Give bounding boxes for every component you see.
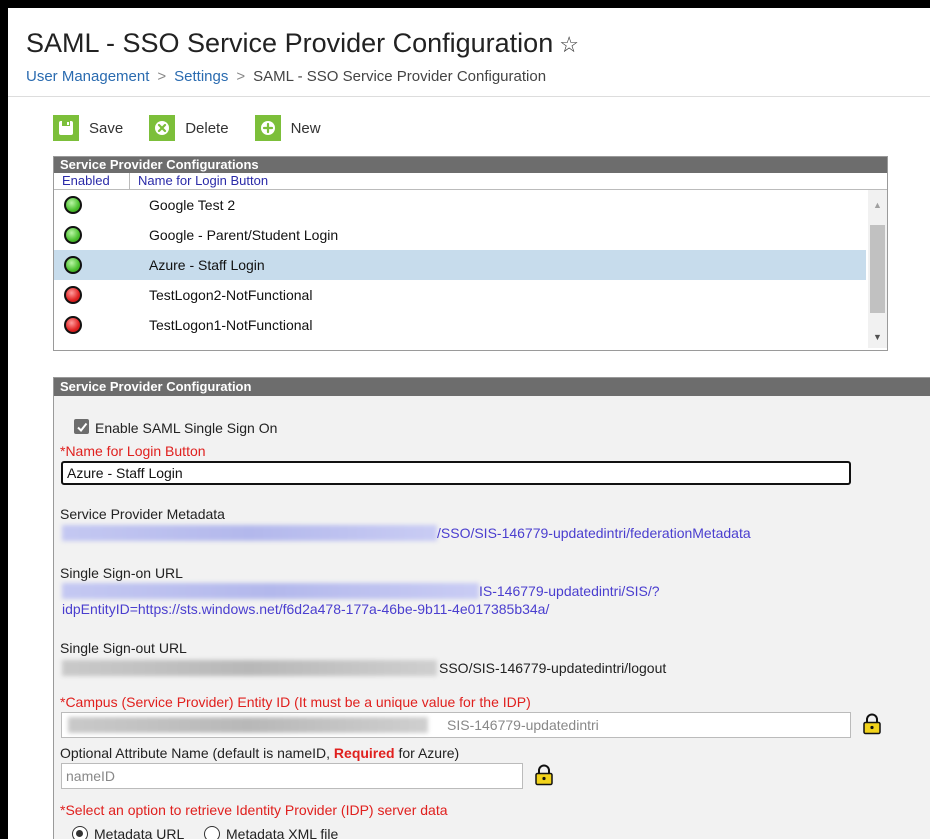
lock-icon[interactable] [862, 713, 882, 735]
list-item[interactable]: TestLogon2-NotFunctional [54, 280, 866, 310]
metadata-url-radio[interactable] [72, 826, 88, 839]
idp-option-label: *Select an option to retrieve Identity P… [60, 802, 448, 818]
checkmark-icon [76, 422, 87, 432]
breadcrumb-current: SAML - SSO Service Provider Configuratio… [253, 68, 547, 85]
slo-url-value: SSO/SIS-146779-updatedintri/logout [439, 660, 667, 676]
app-window: SAML - SSO Service Provider Configuratio… [8, 8, 930, 839]
configurations-list-header: Service Provider Configurations [54, 157, 887, 173]
attribute-name-label: Optional Attribute Name (default is name… [60, 745, 459, 761]
disabled-status-icon [64, 286, 82, 304]
page-title-text: SAML - SSO Service Provider Configuratio… [26, 28, 554, 58]
delete-label: Delete [185, 119, 229, 137]
new-label: New [290, 119, 321, 137]
scroll-down-icon[interactable]: ▼ [873, 332, 882, 342]
attribute-required-text: Required [333, 745, 395, 761]
name-for-login-label: *Name for Login Button [60, 443, 206, 459]
list-item-name: TestLogon2-NotFunctional [149, 287, 313, 303]
redacted-url-prefix [62, 660, 437, 676]
enabled-status-icon [64, 226, 82, 244]
enable-saml-label: Enable SAML Single Sign On [95, 420, 278, 436]
entity-id-label: *Campus (Service Provider) Entity ID (It… [60, 694, 531, 710]
sso-url-label: Single Sign-on URL [60, 565, 183, 581]
sp-metadata-label: Service Provider Metadata [60, 506, 225, 522]
enabled-status-icon [64, 196, 82, 214]
configurations-list: Google Test 2 Google - Parent/Student Lo… [54, 190, 866, 340]
header-divider [8, 96, 930, 97]
favorite-star-icon[interactable]: ☆ [559, 32, 579, 57]
list-item[interactable]: Google Test 2 [54, 190, 866, 220]
attribute-label-suffix: for Azure) [394, 745, 460, 761]
add-icon [254, 115, 281, 141]
list-item-name: TestLogon1-NotFunctional [149, 317, 313, 333]
list-item[interactable]: Google - Parent/Student Login [54, 220, 866, 250]
attribute-label-text: Optional Attribute Name (default is name… [60, 745, 334, 761]
list-item-selected[interactable]: Azure - Staff Login [54, 250, 866, 280]
disabled-status-icon [64, 316, 82, 334]
save-label: Save [89, 119, 124, 137]
redacted-entity-prefix [68, 717, 428, 733]
lock-icon[interactable] [534, 764, 554, 786]
list-item-name: Google Test 2 [149, 197, 236, 213]
breadcrumb-separator: > [236, 68, 246, 85]
configuration-detail-header: Service Provider Configuration [54, 378, 930, 396]
save-icon [53, 115, 79, 141]
metadata-file-option-label: Metadata XML file [226, 826, 339, 839]
attribute-name-input[interactable]: nameID [61, 763, 523, 789]
action-toolbar: Save Delete New [53, 114, 347, 142]
configurations-list-panel: Service Provider Configurations Enabled … [53, 156, 888, 351]
sp-metadata-link[interactable]: /SSO/SIS-146779-updatedintri/federationM… [437, 525, 751, 541]
breadcrumb-settings[interactable]: Settings [174, 68, 228, 85]
slo-url-label: Single Sign-out URL [60, 640, 187, 656]
list-item[interactable]: TestLogon1-NotFunctional [54, 310, 866, 340]
delete-button[interactable]: Delete [149, 115, 229, 141]
scrollbar-thumb[interactable] [870, 225, 885, 313]
breadcrumb: User Management > Settings > SAML - SSO Serv… [26, 68, 546, 85]
column-name[interactable]: Name for Login Button [130, 173, 268, 189]
page-title: SAML - SSO Service Provider Configuratio… [26, 28, 579, 59]
list-item-name: Azure - Staff Login [149, 257, 265, 273]
name-for-login-input[interactable]: Azure - Staff Login [61, 461, 851, 485]
column-enabled[interactable]: Enabled [54, 173, 130, 189]
new-button[interactable]: New [254, 115, 321, 141]
delete-icon [149, 115, 176, 141]
breadcrumb-user-management[interactable]: User Management [26, 68, 149, 85]
list-scrollbar[interactable]: ▲ ▼ [868, 190, 887, 348]
sso-url-link-line1[interactable]: IS-146779-updatedintri/SIS/? [479, 583, 660, 599]
sso-url-link-line2[interactable]: idpEntityID=https://sts.windows.net/f6d2… [62, 601, 549, 617]
redacted-url-prefix [62, 583, 479, 599]
breadcrumb-separator: > [157, 68, 167, 85]
metadata-url-option-label: Metadata URL [94, 826, 185, 839]
redacted-url-prefix [62, 525, 437, 541]
metadata-file-radio[interactable] [204, 826, 220, 839]
configuration-detail-panel: Service Provider Configuration Enable SA… [53, 377, 930, 839]
configurations-list-columns: Enabled Name for Login Button [54, 173, 887, 190]
enable-saml-checkbox[interactable] [74, 419, 89, 434]
save-button[interactable]: Save [53, 115, 123, 141]
enabled-status-icon [64, 256, 82, 274]
scroll-up-icon[interactable]: ▲ [873, 200, 882, 210]
list-item-name: Google - Parent/Student Login [149, 227, 339, 243]
